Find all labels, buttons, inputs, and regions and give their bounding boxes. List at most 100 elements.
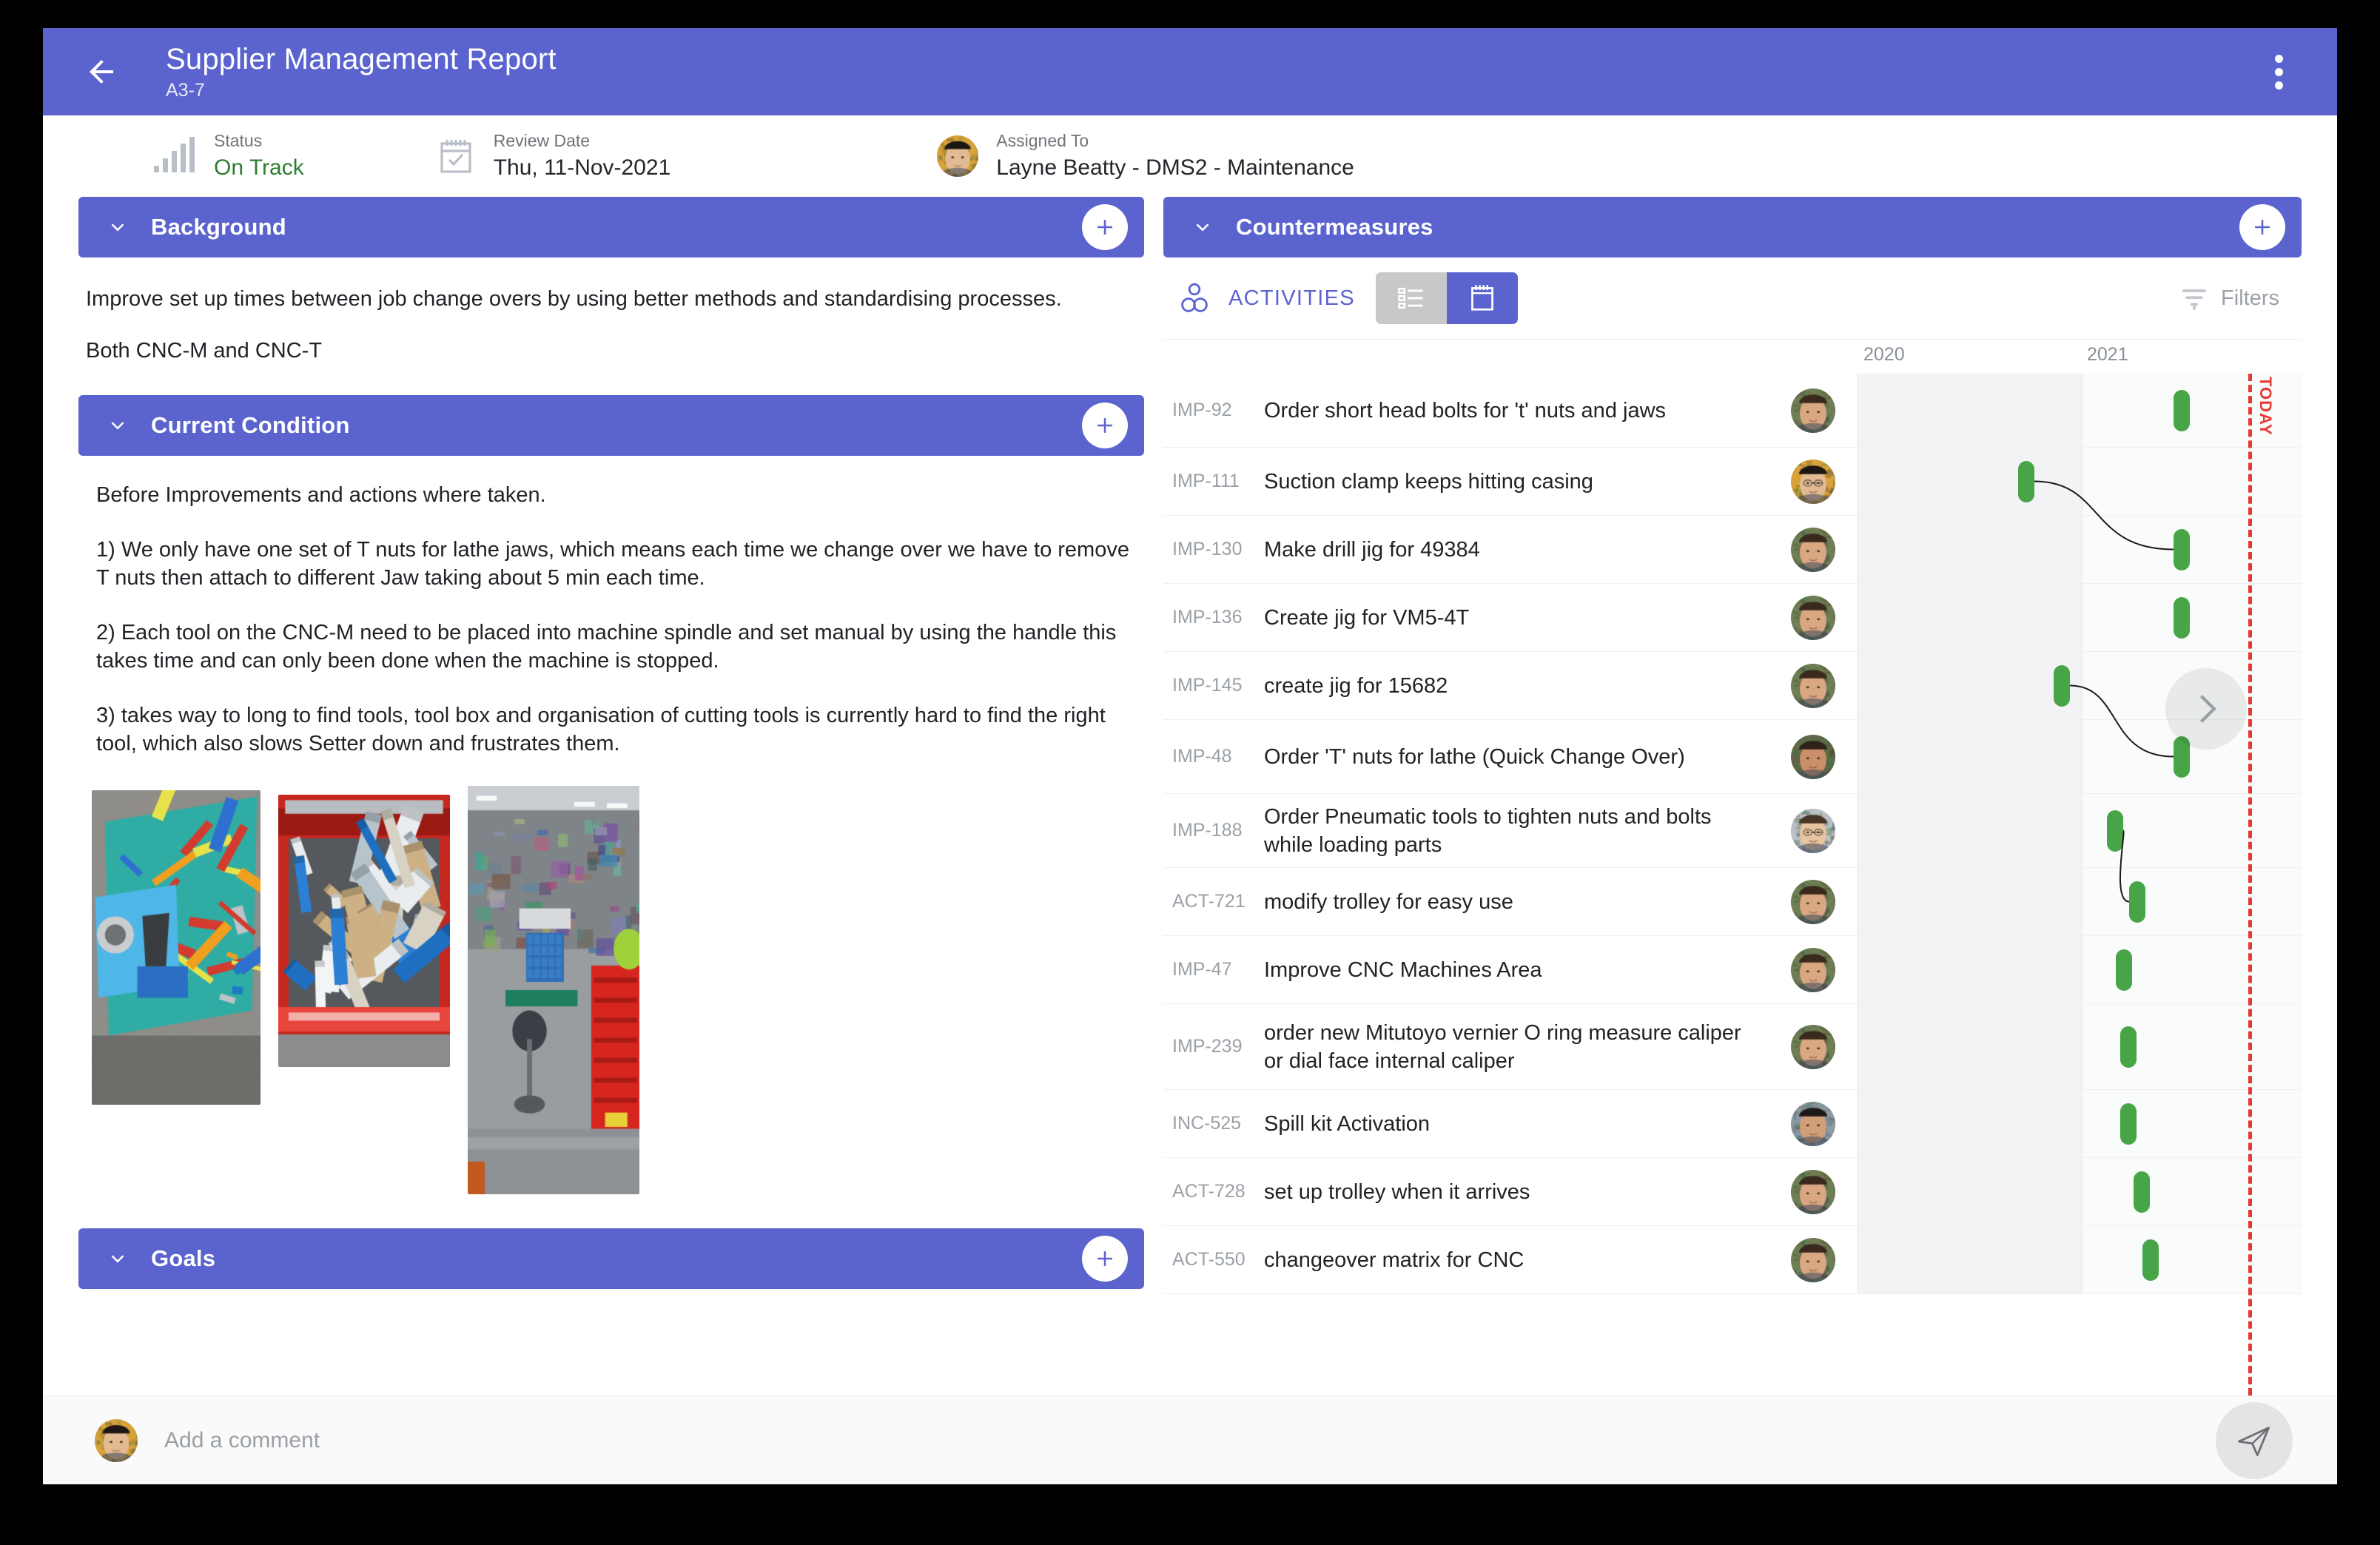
gantt-bar[interactable] [2142,1239,2159,1281]
section-header-goals[interactable]: Goals [78,1228,1144,1289]
table-row[interactable]: IMP-136 Create jig for VM5-4T [1163,584,2302,652]
table-row[interactable]: IMP-47 Improve CNC Machines Area [1163,936,2302,1004]
avatar [1769,1158,1858,1225]
filter-icon [2182,289,2207,310]
table-row[interactable]: IMP-188 Order Pneumatic tools to tighten … [1163,794,2302,868]
gantt-bar[interactable] [2116,949,2132,991]
activity-title: create jig for 15682 [1264,673,1448,698]
activity-title: changeover matrix for CNC [1264,1248,1525,1272]
table-row[interactable]: IMP-92 Order short head bolts for 't' nut… [1163,374,2302,448]
gantt-bar[interactable] [2134,1171,2150,1213]
table-row[interactable]: IMP-48 Order 'T' nuts for lathe (Quick Ch… [1163,720,2302,794]
table-row[interactable]: ACT-728 set up trolley when it arrives [1163,1158,2302,1226]
gantt-bar[interactable] [2174,528,2190,570]
avatar [1769,868,1858,935]
assigned-to-label: Assigned To [996,131,1089,150]
section-header-current-condition[interactable]: Current Condition [78,395,1144,456]
right-column: Countermeasures ACTIVITIES Filters 2020 … [1163,197,2302,1396]
comment-input[interactable] [164,1427,2216,1453]
table-row[interactable]: IMP-111 Suction clamp keeps hitting casin… [1163,448,2302,516]
gantt-rows[interactable]: IMP-92 Order short head bolts for 't' nut… [1163,374,2302,1396]
avatar [937,135,979,177]
kebab-menu-icon[interactable] [2254,47,2303,96]
activity-id: IMP-130 [1172,539,1243,559]
activity-id: ACT-550 [1172,1249,1246,1270]
gantt-row-timeline [1858,584,2302,651]
table-row[interactable]: IMP-130 Make drill jig for 49384 [1163,516,2302,584]
gantt-row-timeline [1858,1226,2302,1293]
plus-icon [1097,418,1112,433]
activity-title: Create jig for VM5-4T [1264,605,1470,630]
chevron-down-icon [111,422,124,430]
table-row[interactable]: ACT-550 changeover matrix for CNC [1163,1226,2302,1294]
meta-bar: Status On Track Review Date Thu, 11-Nov-… [43,115,2337,197]
background-paragraph: Both CNC-M and CNC-T [86,339,323,363]
activity-title: Order Pneumatic tools to tighten nuts an… [1264,804,1712,857]
next-page-button[interactable] [2165,668,2247,750]
add-countermeasure-button[interactable] [2239,204,2285,250]
avatar [1769,794,1858,867]
toolbox-drawer-photo[interactable] [278,795,450,1067]
activity-title: Make drill jig for 49384 [1264,537,1480,562]
table-row[interactable]: IMP-239 order new Mitutoyo vernier O ring… [1163,1004,2302,1090]
chevron-down-icon [111,223,124,232]
arrow-left-icon [90,60,113,84]
activity-id: ACT-728 [1172,1181,1246,1202]
view-toggle [1375,272,1518,324]
list-view-button[interactable] [1375,272,1447,324]
activity-id: INC-525 [1172,1113,1242,1134]
year-label-2020: 2020 [1863,344,1905,365]
activity-title: Order short head bolts for 't' nuts and … [1264,398,1667,423]
table-row[interactable]: INC-525 Spill kit Activation [1163,1090,2302,1158]
chevron-down-icon [111,1255,124,1263]
gantt-bar[interactable] [2120,1026,2137,1068]
signal-bars-icon [154,137,195,172]
report-title: Supplier Management Report [166,43,557,75]
status-badge: On Track [214,155,304,180]
gantt-bar[interactable] [2129,881,2145,923]
review-date-label: Review Date [493,131,591,150]
current-condition-body: Before Improvements and actions where ta… [78,456,1144,758]
gantt-row-timeline [1858,1090,2302,1157]
gantt-row-timeline [1858,374,2302,447]
gantt-bar[interactable] [2174,596,2190,639]
table-row[interactable]: IMP-145 create jig for 15682 [1163,652,2302,720]
add-background-button[interactable] [1082,204,1128,250]
gantt-row-timeline [1858,794,2302,867]
tools-on-bench-photo[interactable] [92,790,260,1105]
gantt-row-timeline [1858,516,2302,583]
calendar-view-icon [1471,285,1493,311]
gantt-row-timeline [1858,936,2302,1003]
send-comment-button[interactable] [2216,1401,2293,1479]
activity-title: Improve CNC Machines Area [1264,957,1542,982]
activities-toolbar: ACTIVITIES Filters [1163,258,2302,339]
workshop-area-photo[interactable] [468,786,639,1194]
comment-bar [43,1396,2337,1484]
gantt-bar[interactable] [2054,664,2070,707]
chevron-right-icon [2199,695,2216,723]
section-title: Current Condition [151,412,350,438]
list-view-icon [1398,287,1423,309]
status-label: Status [214,131,263,150]
add-goal-button[interactable] [1082,1236,1128,1282]
section-header-background[interactable]: Background [78,197,1144,258]
gantt-bar[interactable] [2018,460,2034,502]
plus-icon [1097,1251,1112,1266]
calendar-view-button[interactable] [1446,272,1518,324]
table-row[interactable]: ACT-721 modify trolley for easy use [1163,868,2302,936]
content-area: Background Improve set up times between … [43,197,2337,1396]
page-title: Supplier Management Report A3-7 [166,41,557,102]
avatar [1769,1090,1858,1157]
back-button[interactable] [75,46,127,98]
avatar [1769,1004,1858,1089]
gantt-bar[interactable] [2120,1103,2137,1145]
gantt-bar[interactable] [2174,389,2190,431]
activity-id: IMP-188 [1172,820,1243,841]
add-current-condition-button[interactable] [1082,403,1128,448]
avatar [1769,720,1858,793]
current-condition-paragraph: 3) takes way to long to find tools, tool… [96,704,1106,755]
avatar [1769,516,1858,583]
filters-button[interactable]: Filters [2179,283,2291,313]
section-header-countermeasures[interactable]: Countermeasures [1163,197,2302,258]
gantt-bar[interactable] [2107,809,2123,852]
